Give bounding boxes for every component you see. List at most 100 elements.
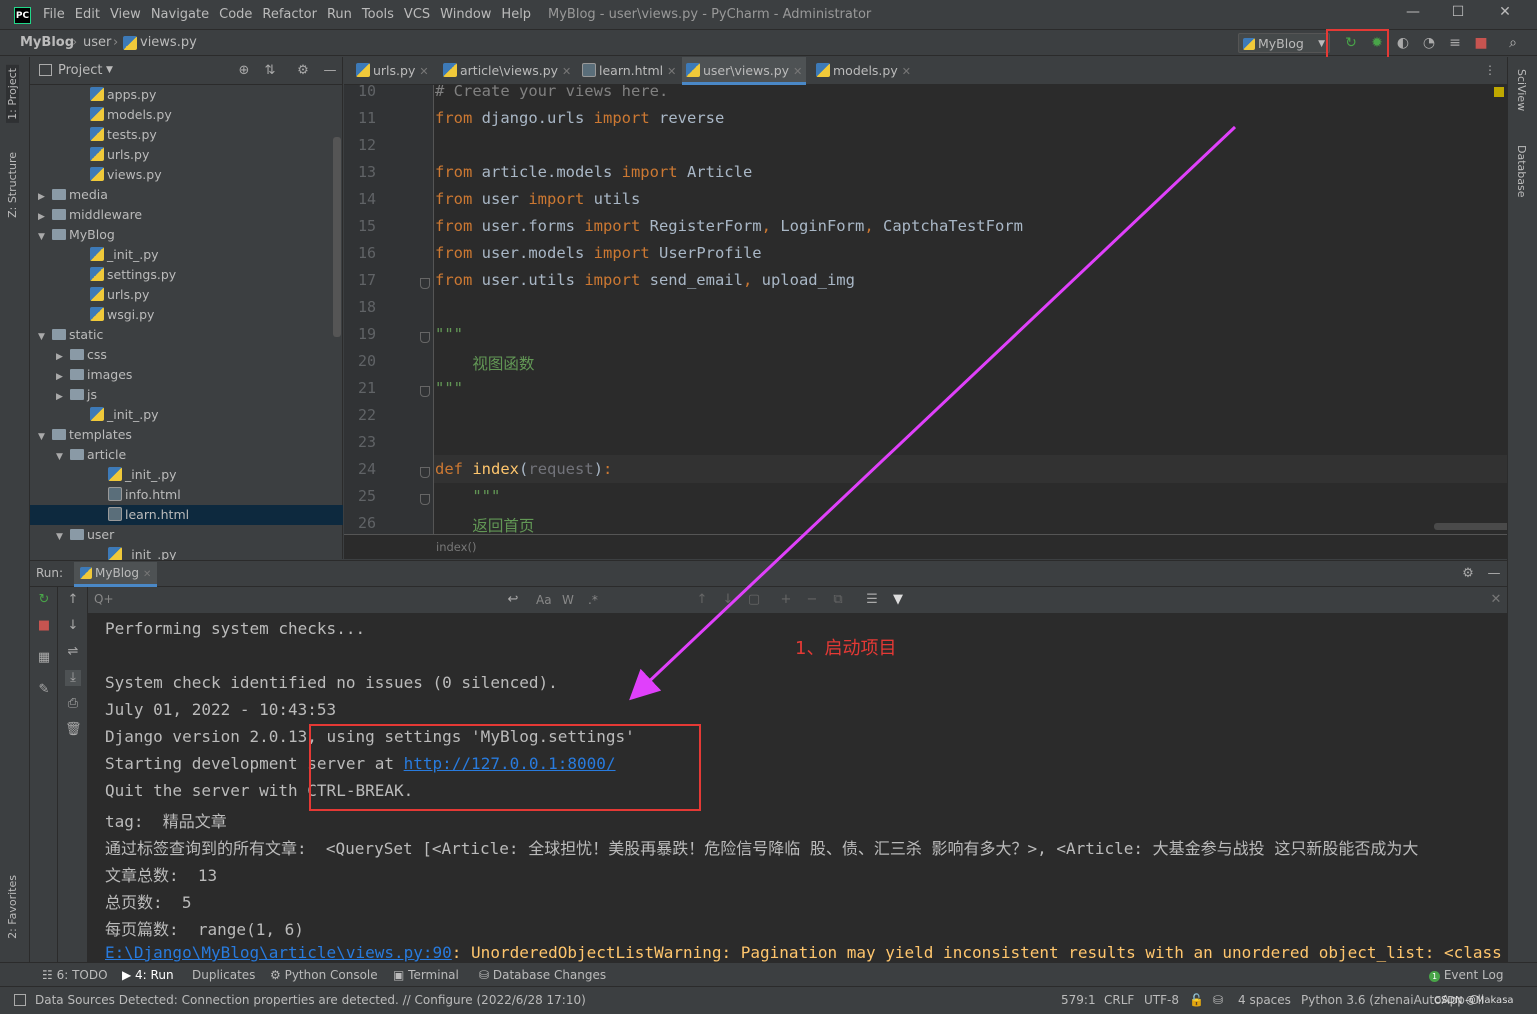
run-tab-myblog[interactable]: MyBlog ✕: [74, 562, 158, 587]
match-case-toggle[interactable]: Aa: [536, 593, 552, 607]
profile-icon[interactable]: ◔: [1421, 35, 1437, 51]
tree-file[interactable]: models.py: [30, 105, 343, 125]
function-breadcrumb[interactable]: index(): [436, 540, 476, 554]
status-message[interactable]: Data Sources Detected: Connection proper…: [35, 993, 586, 1007]
tree-folder[interactable]: ▶ js: [30, 385, 343, 405]
fold-marker-icon[interactable]: [420, 494, 430, 505]
menu-navigate[interactable]: Navigate: [151, 7, 209, 22]
tree-file[interactable]: views.py: [30, 165, 343, 185]
line-separator[interactable]: CRLF: [1104, 993, 1134, 1007]
file-encoding[interactable]: UTF-8: [1144, 993, 1179, 1007]
menu-help[interactable]: Help: [501, 7, 531, 22]
menu-run[interactable]: Run: [327, 7, 352, 22]
tree-file[interactable]: apps.py: [30, 85, 343, 105]
close-search-icon[interactable]: ✕: [1488, 592, 1504, 608]
code-editor[interactable]: 10 11 12 13 14 15 16 17 18 19 20 21 22 23 24 25 26 # Cre…: [344, 85, 1507, 534]
regex-history-icon[interactable]: ↩: [505, 592, 521, 608]
favorites-tool-tab[interactable]: 2: Favorites: [6, 875, 19, 939]
search-icon[interactable]: ⌕: [1505, 35, 1521, 51]
select-occurrences-icon[interactable]: ⧉: [830, 592, 846, 608]
indent-setting[interactable]: 4 spaces: [1238, 993, 1291, 1007]
close-tab-icon[interactable]: ✕: [902, 65, 911, 78]
console-output[interactable]: Performing system checks... System check …: [88, 614, 1507, 962]
breadcrumb-project[interactable]: MyBlog: [20, 35, 74, 50]
tab-overflow-icon[interactable]: ⋮: [1484, 63, 1496, 77]
menu-code[interactable]: Code: [219, 7, 252, 22]
close-tab-icon[interactable]: ✕: [793, 65, 802, 78]
chevron-down-icon[interactable]: ▼: [38, 227, 52, 247]
console-file-link[interactable]: E:\Django\MyBlog\article\views.py:90: [105, 943, 452, 962]
minimize-icon[interactable]: —: [1401, 4, 1425, 24]
tab-article-views-py[interactable]: article\views.py ✕: [439, 57, 575, 85]
tree-folder[interactable]: ▶ images: [30, 365, 343, 385]
close-tab-icon[interactable]: ✕: [562, 65, 571, 78]
pin-icon[interactable]: ✎: [36, 682, 52, 698]
project-tool-tab[interactable]: 1: Project: [6, 65, 19, 123]
tree-file[interactable]: _init_.py: [30, 465, 343, 485]
tree-file[interactable]: settings.py: [30, 265, 343, 285]
fold-marker-icon[interactable]: [420, 467, 430, 478]
console-search-input[interactable]: Q+: [94, 592, 114, 606]
arrow-up-icon[interactable]: ↑: [65, 592, 81, 608]
breadcrumb-file[interactable]: views.py: [140, 35, 197, 50]
inspection-indicator-icon[interactable]: [1494, 87, 1504, 97]
arrow-down-icon[interactable]: ↓: [65, 618, 81, 634]
tab-models-py[interactable]: models.py ✕: [812, 57, 915, 85]
tree-file[interactable]: wsgi.py: [30, 305, 343, 325]
tree-file[interactable]: learn.html: [30, 505, 343, 525]
arrow-up-icon[interactable]: ↑: [694, 592, 710, 608]
cursor-position[interactable]: 579:1: [1061, 993, 1096, 1007]
chevron-down-icon[interactable]: ▼: [38, 427, 52, 447]
stop-icon[interactable]: ■: [36, 618, 52, 634]
whole-words-toggle[interactable]: W: [562, 593, 574, 607]
chevron-right-icon[interactable]: ▶: [38, 207, 52, 227]
fold-marker-icon[interactable]: [420, 278, 430, 289]
tree-folder[interactable]: ▼ templates: [30, 425, 343, 445]
menu-edit[interactable]: Edit: [75, 7, 100, 22]
run-configuration-select[interactable]: MyBlog ▼: [1238, 33, 1330, 53]
gear-icon[interactable]: ⚙: [295, 63, 311, 79]
tree-file[interactable]: _init_.py: [30, 405, 343, 425]
select-all-icon[interactable]: ▢: [746, 592, 762, 608]
add-selection-icon[interactable]: +: [778, 592, 794, 608]
trash-icon[interactable]: 🗑: [65, 722, 82, 738]
stop-icon[interactable]: ■: [1473, 35, 1489, 51]
menu-file[interactable]: File: [43, 7, 65, 22]
run-with-options-icon[interactable]: ≡: [1447, 35, 1463, 51]
tree-file[interactable]: urls.py: [30, 145, 343, 165]
hide-panel-icon[interactable]: —: [1486, 566, 1502, 582]
remove-selection-icon[interactable]: −: [804, 592, 820, 608]
tree-folder[interactable]: ▼ MyBlog: [30, 225, 343, 245]
tab-urls-py[interactable]: urls.py ✕: [352, 57, 433, 85]
rerun-icon[interactable]: ↻: [36, 592, 52, 608]
arrow-down-icon[interactable]: ↓: [720, 592, 736, 608]
fold-marker-icon[interactable]: [420, 332, 430, 343]
filter-options-icon[interactable]: ☰: [864, 592, 880, 608]
database-tool-tab[interactable]: Database: [1515, 145, 1528, 198]
tree-folder[interactable]: ▶ media: [30, 185, 343, 205]
menu-vcs[interactable]: VCS: [404, 7, 430, 22]
database-changes-tool-button[interactable]: ⛁ Database Changes: [479, 968, 606, 982]
chevron-right-icon[interactable]: ▶: [56, 367, 70, 387]
structure-tool-tab[interactable]: Z: Structure: [6, 152, 19, 218]
menu-tools[interactable]: Tools: [362, 7, 394, 22]
dropdown-arrow-icon[interactable]: ▼: [106, 65, 113, 75]
close-tab-icon[interactable]: ✕: [419, 65, 428, 78]
menu-view[interactable]: View: [110, 7, 141, 22]
tree-folder[interactable]: ▼ user: [30, 525, 343, 545]
soft-wrap-icon[interactable]: ⇌: [65, 644, 81, 660]
tree-file[interactable]: info.html: [30, 485, 343, 505]
tree-folder[interactable]: ▼ article: [30, 445, 343, 465]
chevron-right-icon[interactable]: ▶: [56, 347, 70, 367]
close-tab-icon[interactable]: ✕: [143, 569, 151, 580]
scroll-to-end-icon[interactable]: ⤓: [65, 670, 81, 686]
tab-learn-html[interactable]: learn.html ✕: [578, 57, 680, 85]
hide-panel-icon[interactable]: —: [322, 63, 338, 79]
maximize-icon[interactable]: ☐: [1446, 4, 1470, 24]
lock-icon[interactable]: 🔓: [1189, 993, 1204, 1007]
tree-file[interactable]: _init_.py: [30, 245, 343, 265]
locate-icon[interactable]: ⊕: [236, 63, 252, 79]
tab-user-views-py[interactable]: user\views.py ✕: [682, 57, 807, 85]
restore-layout-icon[interactable]: ▦: [36, 650, 52, 666]
regex-toggle[interactable]: .*: [588, 593, 598, 607]
